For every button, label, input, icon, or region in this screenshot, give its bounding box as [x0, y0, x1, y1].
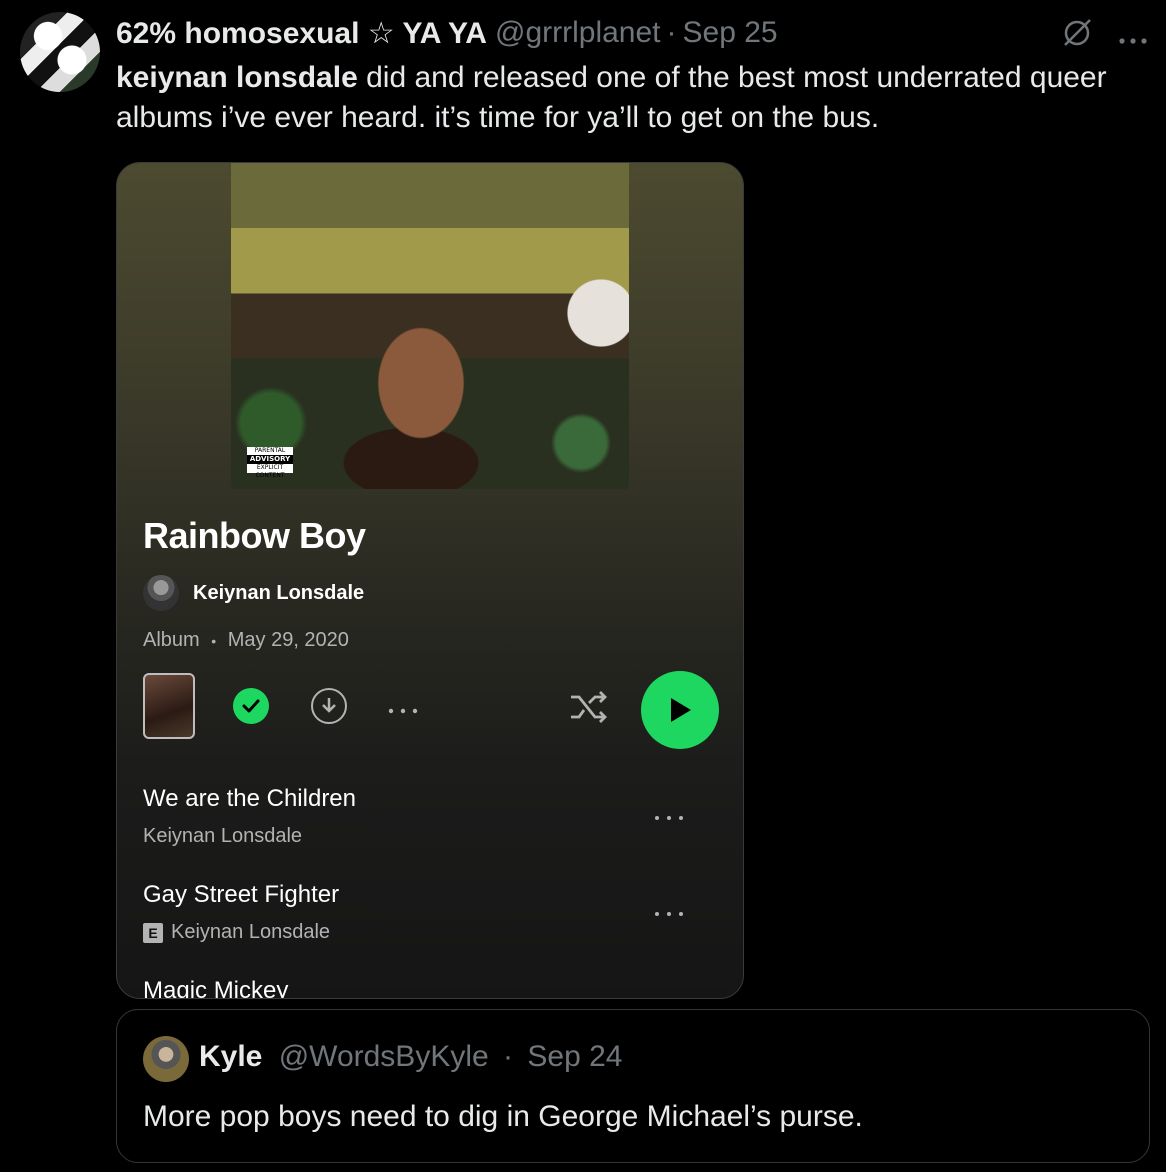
artist-avatar [143, 575, 179, 611]
album-art: PARENTAL ADVISORY EXPLICIT CONTENT [231, 163, 629, 489]
user-avatar[interactable] [20, 12, 100, 92]
track-more-icon[interactable] [653, 897, 685, 925]
meta-separator: • [211, 632, 217, 649]
tweet-text: keiynan lonsdale did and released one of… [116, 58, 1156, 138]
play-button[interactable] [641, 671, 719, 749]
quote-header: Kyle @WordsByKyle · Sep 24 [199, 1040, 622, 1074]
more-icon[interactable] [387, 691, 419, 722]
separator: · [666, 16, 677, 49]
saved-check-icon[interactable] [233, 688, 269, 724]
artist-row[interactable]: Keiynan Lonsdale [143, 575, 364, 611]
quote-avatar[interactable] [143, 1036, 189, 1082]
release-date: May 29, 2020 [227, 629, 349, 651]
advisory-top: PARENTAL [254, 447, 286, 454]
track-row[interactable]: Gay Street Fighter E Keiynan Lonsdale [143, 881, 719, 961]
album-type: Album [143, 629, 200, 651]
header-actions [1060, 16, 1148, 58]
track-row[interactable]: Magic Mickey [143, 977, 719, 999]
album-title: Rainbow Boy [143, 515, 366, 556]
track-artist: Keiynan Lonsdale [143, 825, 719, 848]
quote-text: More pop boys need to dig in George Mich… [143, 1100, 863, 1133]
tweet-header: 62% homosexual ☆ YA YA @grrrlplanet · Se… [116, 14, 778, 52]
track-row[interactable]: We are the Children Keiynan Lonsdale [143, 785, 719, 865]
more-options-icon[interactable] [1118, 20, 1148, 54]
track-more-icon[interactable] [653, 801, 685, 829]
advisory-bottom: EXPLICIT CONTENT [255, 464, 285, 479]
track-artist-name: Keiynan Lonsdale [143, 825, 303, 847]
track-artist: E Keiynan Lonsdale [143, 921, 719, 944]
quote-separator: · [503, 1040, 514, 1073]
grok-icon[interactable] [1060, 16, 1094, 58]
album-meta: Album • May 29, 2020 [143, 629, 349, 652]
track-title: We are the Children [143, 785, 356, 812]
track-title: Gay Street Fighter [143, 881, 340, 908]
advisory-main: ADVISORY [247, 455, 293, 464]
explicit-badge: E [143, 922, 163, 943]
mini-cover-button[interactable] [143, 673, 195, 739]
download-icon[interactable] [311, 688, 347, 724]
track-artist-name: Keiynan Lonsdale [171, 921, 331, 943]
display-name[interactable]: 62% homosexual ☆ YA YA [116, 16, 487, 51]
shuffle-icon[interactable] [569, 689, 609, 725]
quote-display-name[interactable]: Kyle [199, 1040, 262, 1073]
quote-timestamp[interactable]: Sep 24 [527, 1040, 622, 1073]
mention-text[interactable]: keiynan lonsdale [116, 61, 358, 94]
parental-advisory-label: PARENTAL ADVISORY EXPLICIT CONTENT [247, 447, 293, 479]
track-title: Magic Mickey [143, 977, 289, 999]
timestamp[interactable]: Sep 25 [683, 16, 778, 50]
quoted-tweet[interactable]: Kyle @WordsByKyle · Sep 24 More pop boys… [116, 1009, 1150, 1163]
user-handle[interactable]: @grrrlplanet [495, 16, 661, 50]
quote-handle[interactable]: @WordsByKyle [279, 1040, 489, 1073]
artist-name: Keiynan Lonsdale [193, 581, 365, 604]
album-controls [143, 667, 719, 749]
media-screenshot[interactable]: PARENTAL ADVISORY EXPLICIT CONTENT Rainb… [116, 162, 744, 999]
play-icon [671, 698, 691, 722]
